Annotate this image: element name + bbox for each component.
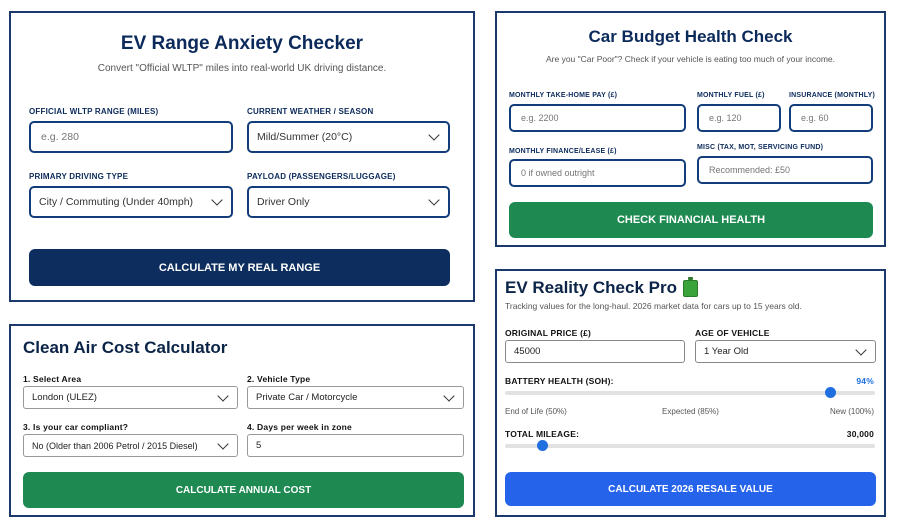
mileage-slider[interactable] xyxy=(505,444,875,448)
battery-health-slider[interactable] xyxy=(505,391,875,395)
weather-select[interactable]: Mild/Summer (20°C) xyxy=(247,121,450,153)
ev-range-card: EV Range Anxiety Checker Convert "Offici… xyxy=(9,11,475,302)
weather-value: Mild/Summer (20°C) xyxy=(257,131,353,143)
price-label: Original Price (£) xyxy=(505,328,592,338)
finance-input-field[interactable] xyxy=(519,167,684,179)
ev-range-title: EV Range Anxiety Checker xyxy=(120,33,364,54)
age-label: Age of Vehicle xyxy=(695,328,770,338)
misc-input-field[interactable] xyxy=(707,164,871,176)
days-input[interactable]: 5 xyxy=(247,434,464,457)
reality-title: EV Reality Check Pro xyxy=(505,278,677,297)
payload-value: Driver Only xyxy=(257,196,310,208)
reality-subtitle: Tracking values for the long-haul. 2026 … xyxy=(505,301,802,311)
area-label: 1. Select Area xyxy=(23,374,82,384)
area-select[interactable]: London (ULEZ) xyxy=(23,386,238,409)
chevron-down-icon xyxy=(217,437,229,450)
mileage-thumb[interactable] xyxy=(536,440,548,451)
fuel-input[interactable] xyxy=(697,104,781,132)
calculate-range-button[interactable]: Calculate My Real Range xyxy=(29,249,450,286)
compliant-select[interactable]: No (Older than 2006 Petrol / 2015 Diesel… xyxy=(23,434,238,457)
calculate-resale-button[interactable]: Calculate 2026 Resale Value xyxy=(505,472,876,506)
finance-label: Monthly Finance/Lease (£) xyxy=(509,148,617,155)
chevron-down-icon xyxy=(217,389,229,402)
payload-label: Payload (Passengers/Luggage) xyxy=(247,172,396,181)
age-value: 1 Year Old xyxy=(704,346,749,357)
misc-label: Misc (Tax, MOT, Servicing Fund) xyxy=(697,144,824,151)
insurance-input[interactable] xyxy=(789,104,873,132)
battery-health-thumb[interactable] xyxy=(825,387,837,398)
takehome-input-field[interactable] xyxy=(519,112,684,124)
check-financial-health-button[interactable]: Check Financial Health xyxy=(509,202,873,238)
vehicle-select[interactable]: Private Car / Motorcycle xyxy=(247,386,464,409)
mileage-label: Total Mileage: xyxy=(505,429,580,439)
ev-range-subtitle: Convert "Official WLTP" miles into real-… xyxy=(97,63,387,74)
vehicle-value: Private Car / Motorcycle xyxy=(256,392,358,403)
compliant-value: No (Older than 2006 Petrol / 2015 Diesel… xyxy=(32,440,198,451)
clean-air-title: Clean Air Cost Calculator xyxy=(23,338,228,357)
days-label: 4. Days per week in zone xyxy=(247,422,352,432)
price-input[interactable]: 45000 xyxy=(505,340,685,363)
takehome-input[interactable] xyxy=(509,104,686,132)
battery-health-label: Battery Health (SoH): xyxy=(505,376,614,386)
compliant-label: 3. Is your car compliant? xyxy=(23,422,129,432)
driving-value: City / Commuting (Under 40mph) xyxy=(39,196,194,208)
finance-input[interactable] xyxy=(509,159,686,187)
scale-high-label: New (100%) xyxy=(829,407,874,416)
chevron-down-icon xyxy=(443,389,455,402)
chevron-down-icon xyxy=(855,343,867,356)
days-value: 5 xyxy=(256,440,262,451)
battery-icon xyxy=(682,276,698,297)
takehome-label: Monthly Take-Home Pay (£) xyxy=(509,92,618,99)
wltp-label: Official WLTP Range (Miles) xyxy=(29,107,159,116)
chevron-down-icon xyxy=(428,194,440,206)
vehicle-label: 2. Vehicle Type xyxy=(247,374,311,384)
fuel-input-field[interactable] xyxy=(707,112,779,124)
price-value: 45000 xyxy=(514,346,541,357)
reality-check-card: EV Reality Check Pro Tracking values for… xyxy=(495,269,886,517)
reality-title-row: EV Reality Check Pro xyxy=(505,276,698,298)
misc-input[interactable] xyxy=(697,156,873,184)
budget-title: Car Budget Health Check xyxy=(588,27,793,46)
driving-select[interactable]: City / Commuting (Under 40mph) xyxy=(29,186,233,218)
clean-air-card: Clean Air Cost Calculator 1. Select Area… xyxy=(9,324,475,517)
wltp-input-field[interactable] xyxy=(39,130,231,144)
area-value: London (ULEZ) xyxy=(32,392,97,403)
scale-mid-label: Expected (85%) xyxy=(662,407,719,416)
insurance-input-field[interactable] xyxy=(799,112,871,124)
wltp-input[interactable] xyxy=(29,121,233,153)
age-select[interactable]: 1 Year Old xyxy=(695,340,876,363)
chevron-down-icon xyxy=(211,194,223,206)
budget-subtitle: Are you "Car Poor"? Check if your vehicl… xyxy=(545,54,836,64)
payload-select[interactable]: Driver Only xyxy=(247,186,450,218)
battery-health-value: 94% xyxy=(856,376,874,386)
calculate-annual-cost-button[interactable]: Calculate Annual Cost xyxy=(23,472,464,508)
budget-card: Car Budget Health Check Are you "Car Poo… xyxy=(495,11,886,247)
mileage-value: 30,000 xyxy=(846,429,874,439)
weather-label: Current Weather / Season xyxy=(247,107,374,116)
fuel-label: Monthly Fuel (£) xyxy=(697,92,765,99)
insurance-label: Insurance (Monthly) xyxy=(789,92,875,99)
chevron-down-icon xyxy=(428,129,440,141)
driving-label: Primary Driving Type xyxy=(29,172,129,181)
